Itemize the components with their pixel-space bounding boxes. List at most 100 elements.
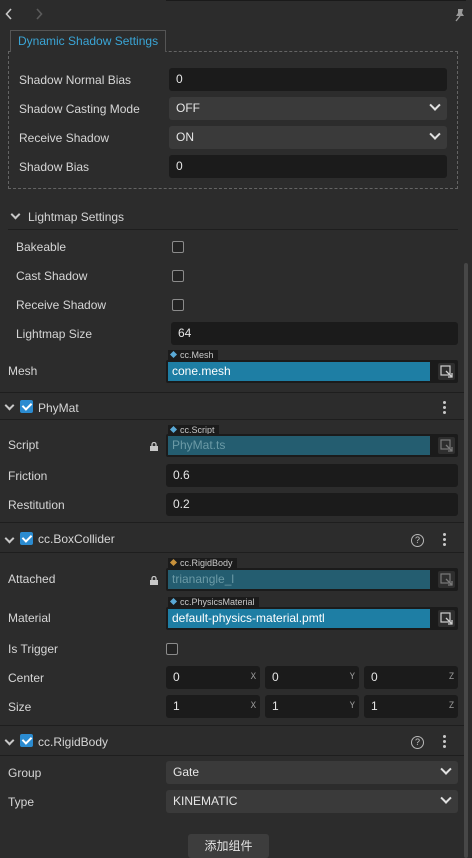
boxcollider-enabled-checkbox[interactable] (20, 532, 33, 545)
shadow-casting-mode-value: OFF (176, 101, 200, 115)
shadow-bias-input[interactable]: 0 (169, 155, 447, 178)
mesh-label: Mesh (8, 364, 38, 378)
cast-shadow-checkbox[interactable] (172, 270, 184, 282)
receive-shadow-mode-label: Receive Shadow (19, 131, 110, 145)
shadow-bias-label: Shadow Bias (19, 160, 90, 174)
dynamic-shadow-tab[interactable]: Dynamic Shadow Settings (10, 30, 167, 52)
bakeable-label: Bakeable (16, 240, 67, 254)
rigidbody-title[interactable]: cc.RigidBody (38, 734, 108, 750)
collapse-arrow-icon[interactable] (4, 400, 15, 411)
asset-type-icon (169, 425, 178, 434)
type-select[interactable]: KINEMATIC (166, 790, 458, 813)
size-z-value: 1 (371, 699, 378, 713)
scrollbar[interactable] (464, 263, 468, 858)
asset-type-icon (169, 350, 178, 359)
more-icon[interactable] (443, 735, 447, 749)
shadow-normal-bias-input[interactable]: 0 (169, 68, 447, 91)
lock-icon (150, 440, 158, 451)
phymat-top-divider (0, 392, 466, 393)
group-select[interactable]: Gate (166, 761, 458, 784)
size-z-input[interactable]: 1Z (364, 695, 458, 718)
shadow-casting-mode-select[interactable]: OFF (169, 97, 447, 120)
chevron-down-icon (440, 763, 452, 775)
size-label: Size (8, 700, 32, 714)
more-icon[interactable] (443, 401, 447, 415)
chevron-down-icon (440, 792, 452, 804)
script-asset-value[interactable]: PhyMat.ts (168, 436, 430, 455)
attached-asset-field[interactable]: trianangle_l (166, 568, 458, 591)
size-x-input[interactable]: 1X (166, 695, 260, 718)
asset-picker-icon[interactable] (438, 571, 455, 588)
rigidbody-top-divider (0, 725, 466, 726)
header-divider (166, 0, 466, 1)
friction-input[interactable]: 0.6 (166, 464, 458, 487)
boxcollider-top-divider (0, 522, 466, 523)
back-arrow-icon[interactable] (5, 6, 13, 24)
asset-picker-icon[interactable] (438, 610, 455, 627)
help-icon[interactable]: ? (411, 534, 424, 547)
size-x-value: 1 (173, 699, 180, 713)
lightmap-size-label: Lightmap Size (16, 327, 93, 341)
asset-picker-icon[interactable] (438, 437, 455, 454)
help-icon[interactable]: ? (411, 736, 424, 749)
material-asset-value[interactable]: default-physics-material.pmtl (168, 609, 430, 628)
shadow-casting-mode-label: Shadow Casting Mode (19, 102, 140, 116)
bakeable-checkbox[interactable] (172, 241, 184, 253)
phymat-enabled-checkbox[interactable] (20, 400, 33, 413)
receive-shadow-checkbox[interactable] (172, 299, 184, 311)
pin-icon[interactable] (454, 8, 466, 22)
lightmap-size-input[interactable]: 64 (171, 322, 458, 345)
phymat-divider (0, 419, 466, 420)
chevron-down-icon (429, 128, 441, 140)
receive-shadow-mode-select[interactable]: ON (169, 126, 447, 149)
friction-label: Friction (8, 469, 48, 483)
attached-asset-value[interactable]: trianangle_l (168, 570, 430, 589)
attached-label: Attached (8, 572, 56, 586)
center-y-value: 0 (272, 670, 279, 684)
material-asset-field[interactable]: default-physics-material.pmtl (166, 607, 458, 630)
receive-shadow-label: Receive Shadow (16, 298, 107, 312)
rigidbody-enabled-checkbox[interactable] (20, 734, 33, 747)
mesh-asset-field[interactable]: cone.mesh (166, 360, 458, 383)
collapse-arrow-icon[interactable] (10, 209, 21, 220)
lightmap-divider (8, 229, 458, 230)
material-type-tag-text: cc.PhysicsMaterial (180, 597, 255, 607)
receive-shadow-mode-value: ON (176, 130, 194, 144)
mesh-asset-value[interactable]: cone.mesh (168, 362, 430, 381)
y-axis-label: Y (349, 701, 355, 711)
collapse-arrow-icon[interactable] (4, 533, 15, 544)
rigidbody-divider (0, 755, 466, 756)
asset-type-icon (169, 558, 178, 567)
center-y-input[interactable]: 0Y (265, 666, 359, 689)
collapse-arrow-icon[interactable] (4, 735, 15, 746)
lightmap-settings-title[interactable]: Lightmap Settings (28, 209, 124, 225)
shadow-normal-bias-label: Shadow Normal Bias (19, 73, 132, 87)
script-asset-field[interactable]: PhyMat.ts (166, 434, 458, 457)
type-label: Type (8, 795, 35, 809)
attached-type-tag-text: cc.RigidBody (180, 558, 233, 568)
chevron-down-icon (429, 99, 441, 111)
is-trigger-label: Is Trigger (8, 642, 59, 656)
boxcollider-title[interactable]: cc.BoxCollider (38, 531, 115, 547)
y-axis-label: Y (349, 672, 355, 682)
lock-icon (150, 574, 158, 585)
center-x-input[interactable]: 0X (166, 666, 260, 689)
group-value: Gate (173, 765, 200, 779)
restitution-input[interactable]: 0.2 (166, 493, 458, 516)
phymat-title[interactable]: PhyMat (38, 400, 79, 416)
mesh-type-tag-text: cc.Mesh (180, 350, 214, 360)
type-value: KINEMATIC (173, 794, 238, 808)
x-axis-label: X (250, 701, 256, 711)
z-axis-label: Z (448, 701, 454, 711)
forward-arrow-icon[interactable] (35, 6, 43, 24)
material-label: Material (8, 611, 51, 625)
is-trigger-checkbox[interactable] (166, 643, 178, 655)
asset-picker-icon[interactable] (438, 363, 455, 380)
add-component-button[interactable]: 添加组件 (188, 834, 269, 858)
center-z-input[interactable]: 0Z (364, 666, 458, 689)
size-y-input[interactable]: 1Y (265, 695, 359, 718)
inspector-header (0, 0, 472, 30)
cast-shadow-label: Cast Shadow (16, 269, 88, 283)
center-label: Center (8, 671, 45, 685)
more-icon[interactable] (443, 533, 447, 547)
